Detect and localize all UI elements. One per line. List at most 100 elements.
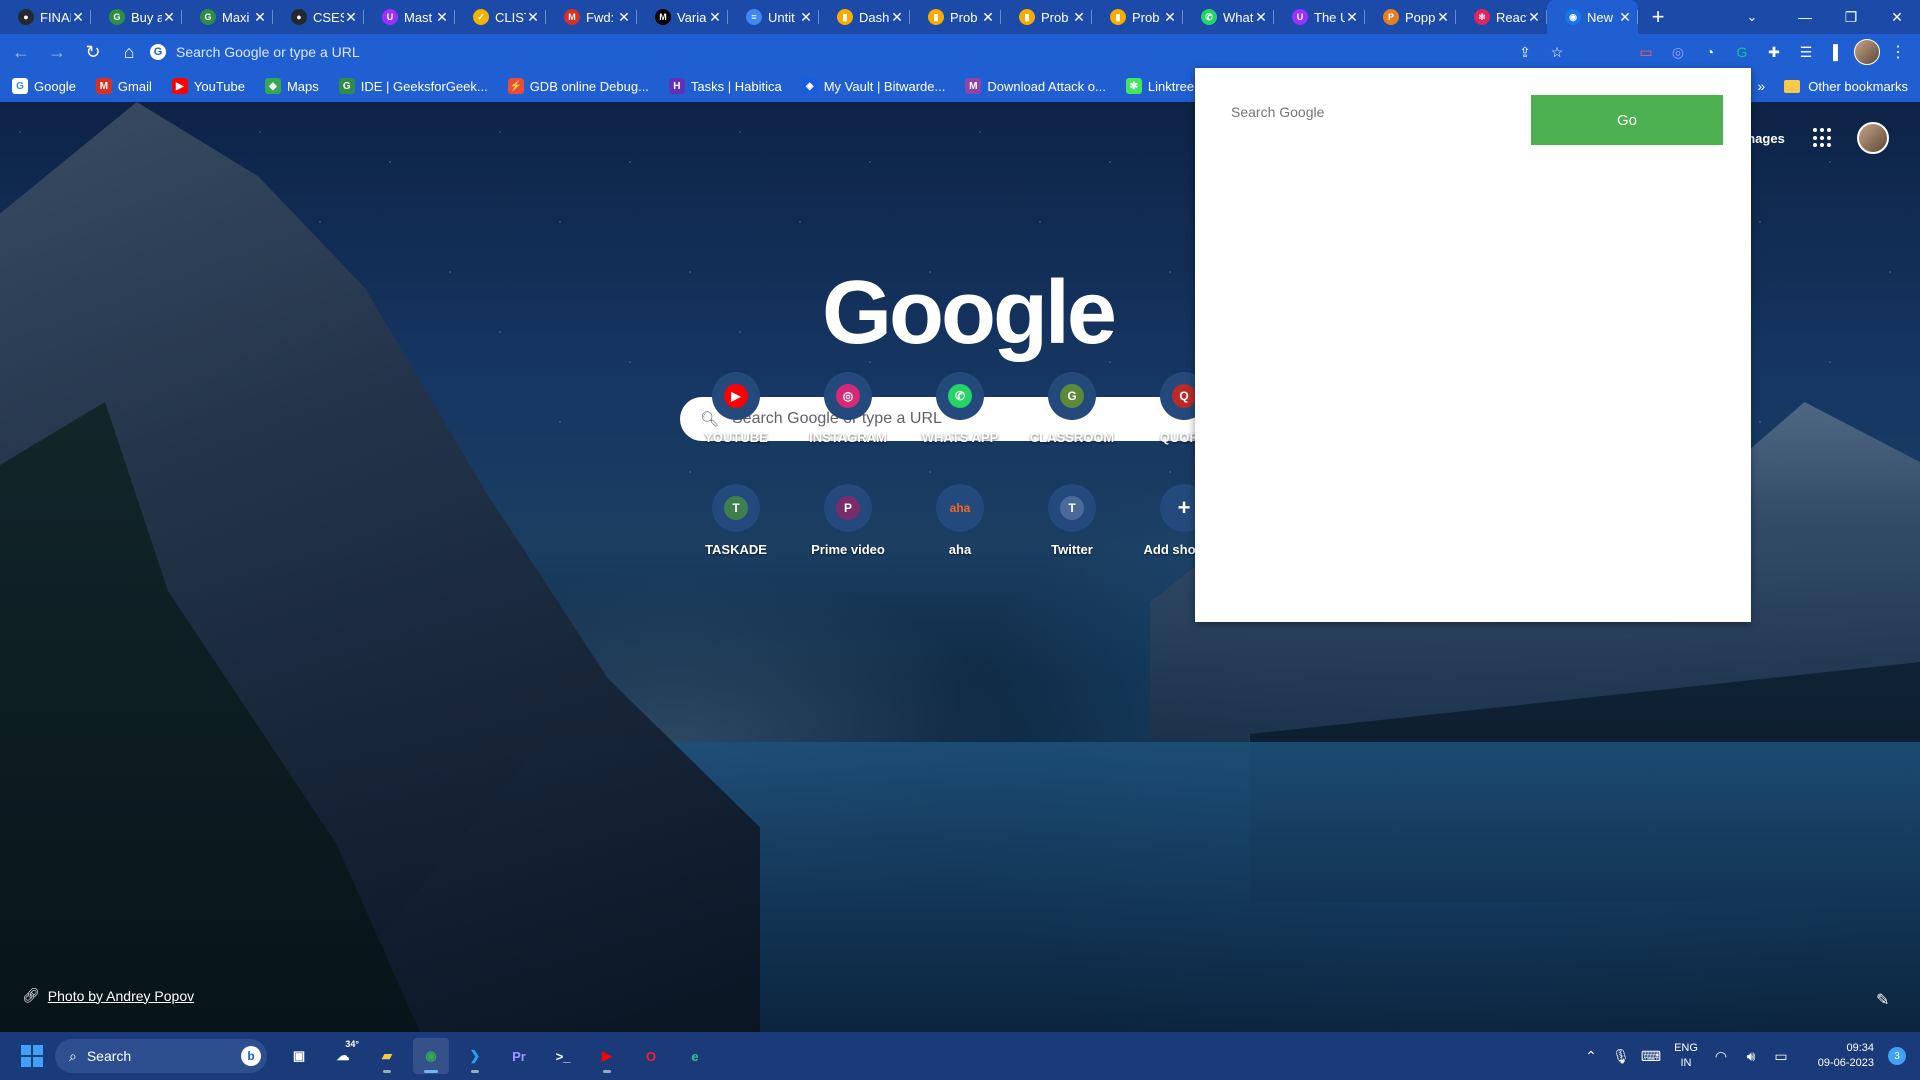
tab[interactable]: ▮ Prob ✕ — [1092, 0, 1183, 34]
bookmark-item[interactable]: G Google — [0, 70, 84, 102]
tab[interactable]: ≡ Untit ✕ — [728, 0, 819, 34]
tab[interactable]: ▮ Prob ✕ — [910, 0, 1001, 34]
tab[interactable]: G Maxi ✕ — [182, 0, 273, 34]
tab[interactable]: U Mast ✕ — [364, 0, 455, 34]
close-tab-icon[interactable]: ✕ — [526, 9, 540, 26]
close-tab-icon[interactable]: ✕ — [1618, 9, 1632, 26]
close-tab-icon[interactable]: ✕ — [71, 9, 85, 26]
reading-list-icon[interactable]: ☰ — [1790, 37, 1822, 67]
close-tab-icon[interactable]: ✕ — [253, 9, 267, 26]
bookmark-item[interactable]: ◆ Maps — [253, 70, 327, 102]
forward-button[interactable]: → — [42, 37, 72, 67]
tab[interactable]: ✆ What ✕ — [1183, 0, 1274, 34]
tab[interactable]: ✓ CLIST✕ — [455, 0, 546, 34]
side-panel-icon[interactable]: ▌ — [1822, 37, 1854, 67]
close-window-button[interactable]: ✕ — [1874, 0, 1920, 34]
close-tab-icon[interactable]: ✕ — [1163, 9, 1177, 26]
shortcut-tile[interactable]: T Twitter — [1016, 484, 1128, 557]
edge-icon[interactable]: e — [677, 1038, 713, 1074]
bookmark-item[interactable]: ⚡ GDB online Debug... — [496, 70, 657, 102]
other-bookmarks-button[interactable]: Other bookmarks — [1776, 79, 1920, 94]
menu-kebab-icon[interactable]: ⋮ — [1888, 39, 1908, 65]
clock[interactable]: 09:34 09-06-2023 — [1796, 1041, 1882, 1071]
close-tab-icon[interactable]: ✕ — [435, 9, 449, 26]
shortcut-tile[interactable]: P Prime video — [792, 484, 904, 557]
maximize-button[interactable]: ❐ — [1828, 0, 1874, 34]
tab[interactable]: U The U ✕ — [1274, 0, 1365, 34]
popup-go-button[interactable]: Go — [1531, 95, 1723, 145]
close-tab-icon[interactable]: ✕ — [890, 9, 904, 26]
shortcut-tile[interactable]: aha aha — [904, 484, 1016, 557]
terminal-icon[interactable]: >_ — [545, 1038, 581, 1074]
close-tab-icon[interactable]: ✕ — [1254, 9, 1268, 26]
tab[interactable]: ◉ New ✕ — [1547, 0, 1638, 34]
tray-overflow-icon[interactable]: ⌃ — [1576, 1048, 1606, 1065]
account-avatar[interactable] — [1856, 122, 1889, 154]
shortcut-tile[interactable]: ◎ INSTAGRAM — [792, 372, 904, 445]
profile-avatar[interactable] — [1854, 39, 1880, 65]
bookmark-item[interactable]: ◈ My Vault | Bitwarde... — [790, 70, 954, 102]
tab[interactable]: ▮ Prob ✕ — [1001, 0, 1092, 34]
close-tab-icon[interactable]: ✕ — [162, 9, 176, 26]
grammarly-icon[interactable]: G — [1726, 37, 1758, 67]
keyboard-icon[interactable]: ⌨ — [1636, 1048, 1666, 1065]
language-indicator[interactable]: ENG IN — [1666, 1041, 1706, 1071]
cast-icon[interactable]: ▭ — [1630, 37, 1662, 67]
tab[interactable]: M Varia ✕ — [637, 0, 728, 34]
popup-search-input[interactable] — [1209, 94, 1509, 130]
weather-icon[interactable]: ☁ 34° — [325, 1038, 361, 1074]
shortcut-tile[interactable]: G CLASSROOM — [1016, 372, 1128, 445]
profile-extension-icon[interactable]: ◔ — [1694, 37, 1726, 67]
tab[interactable]: ▮ Dash ✕ — [819, 0, 910, 34]
shortcut-tile[interactable]: T TASKADE — [680, 484, 792, 557]
bookmark-star-icon[interactable]: ☆ — [1541, 44, 1573, 61]
tab[interactable]: P Popp ✕ — [1365, 0, 1456, 34]
close-tab-icon[interactable]: ✕ — [617, 9, 631, 26]
shortcut-tile[interactable]: ▶ YOUTUBE — [680, 372, 792, 445]
task-view-icon[interactable]: ▣ — [281, 1038, 317, 1074]
premiere-icon[interactable]: Pr — [501, 1038, 537, 1074]
file-explorer-icon[interactable]: ▰ — [369, 1038, 405, 1074]
close-tab-icon[interactable]: ✕ — [1436, 9, 1450, 26]
home-button[interactable]: ⌂ — [114, 37, 144, 67]
bookmark-item[interactable]: M Download Attack o... — [953, 70, 1114, 102]
close-tab-icon[interactable]: ✕ — [344, 9, 358, 26]
close-tab-icon[interactable]: ✕ — [1345, 9, 1359, 26]
shortcut-tile[interactable]: ✆ WHATS APP — [904, 372, 1016, 445]
close-tab-icon[interactable]: ✕ — [981, 9, 995, 26]
share-icon[interactable]: ⇪ — [1509, 44, 1541, 61]
bookmark-item[interactable]: H Tasks | Habitica — [657, 70, 790, 102]
back-button[interactable]: ← — [6, 37, 36, 67]
notification-badge[interactable]: 3 — [1888, 1047, 1906, 1065]
close-tab-icon[interactable]: ✕ — [799, 9, 813, 26]
bookmark-item[interactable]: ▶ YouTube — [160, 70, 253, 102]
close-tab-icon[interactable]: ✕ — [708, 9, 722, 26]
opera-icon[interactable]: O — [633, 1038, 669, 1074]
customize-pencil-icon[interactable]: ✎ — [1876, 990, 1889, 1010]
reload-button[interactable]: ↻ — [78, 37, 108, 67]
puzzle-icon[interactable]: ✚ — [1758, 37, 1790, 67]
tab-search-button[interactable]: ⌄ — [1732, 0, 1772, 34]
bookmark-item[interactable]: M Gmail — [84, 70, 160, 102]
taskbar-search[interactable]: ⌕ Search b — [55, 1039, 267, 1073]
tab-extension-icon[interactable]: ◎ — [1662, 37, 1694, 67]
tab[interactable]: G Buy a ✕ — [91, 0, 182, 34]
address-bar[interactable]: G Search Google or type a URL ⇪ ☆ — [142, 37, 1573, 67]
microphone-icon[interactable]: 🎙︎ — [1606, 1048, 1636, 1065]
wifi-icon[interactable]: ◠ — [1706, 1048, 1736, 1065]
apps-grid-icon[interactable] — [1812, 128, 1833, 148]
volume-icon[interactable]: 🔊︎ — [1736, 1048, 1766, 1065]
tab[interactable]: ⚛ React ✕ — [1456, 0, 1547, 34]
youtube-music-icon[interactable]: ▶ — [589, 1038, 625, 1074]
minimize-button[interactable]: — — [1782, 0, 1828, 34]
close-tab-icon[interactable]: ✕ — [1072, 9, 1086, 26]
chrome-icon[interactable]: ◉ — [413, 1038, 449, 1074]
vscode-icon[interactable]: ❯ — [457, 1038, 493, 1074]
bookmark-item[interactable]: G IDE | GeeksforGeek... — [327, 70, 496, 102]
photo-credit[interactable]: 🔗︎ Photo by Andrey Popov — [22, 987, 194, 1004]
tab[interactable]: M Fwd: ✕ — [546, 0, 637, 34]
tab[interactable]: ● CSES✕ — [273, 0, 364, 34]
new-tab-button[interactable]: + — [1638, 0, 1678, 34]
tab[interactable]: ● FINAL✕ — [0, 0, 91, 34]
battery-icon[interactable]: ▭ — [1766, 1048, 1796, 1065]
